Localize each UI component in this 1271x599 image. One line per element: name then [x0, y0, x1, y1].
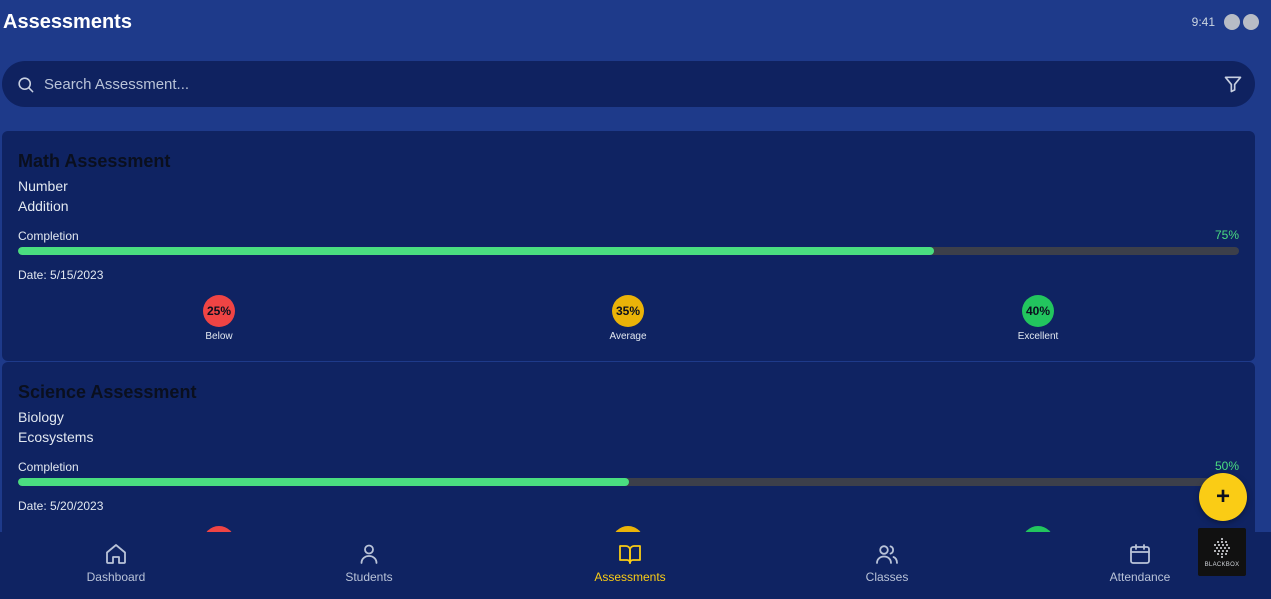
search-input[interactable]: [44, 71, 1194, 97]
search-icon: [16, 75, 35, 99]
assessment-title: Math Assessment: [18, 151, 171, 171]
completion-label: Completion: [18, 460, 79, 474]
book-icon: [619, 545, 641, 564]
assessment-card[interactable]: Math Assessment Number Addition Completi…: [2, 131, 1255, 361]
completion-progress-fill: [18, 478, 629, 486]
stat-average: 35% Average: [588, 295, 668, 342]
nav-item-dashboard[interactable]: Dashboard: [46, 542, 186, 584]
logo-text: BLACKBOX: [1204, 562, 1240, 568]
completion-percent: 50%: [1214, 459, 1239, 473]
status-bar: 9:41: [1192, 14, 1259, 30]
app-header: Assessments 9:41: [0, 0, 1271, 50]
users-icon: [876, 545, 898, 564]
nav-label: Attendance: [1109, 570, 1171, 584]
assessment-subject: Number: [18, 178, 68, 194]
assessment-subject: Biology: [18, 409, 64, 425]
add-assessment-button[interactable]: +: [1199, 473, 1247, 521]
nav-label: Students: [345, 570, 393, 584]
stat-below-label: Below: [205, 331, 233, 342]
assessment-date: Date: 5/15/2023: [18, 268, 104, 282]
status-time: 9:41: [1191, 15, 1215, 29]
completion-progress-bar: [18, 247, 1239, 255]
completion-progress-bar: [18, 478, 1239, 486]
nav-item-students[interactable]: Students: [299, 542, 439, 584]
logo-badge: BLACKBOX: [1198, 528, 1246, 576]
stat-average-badge: 35%: [612, 295, 644, 327]
assessment-topic: Addition: [18, 198, 69, 214]
stat-excellent-label: Excellent: [1017, 331, 1059, 342]
assessment-topic: Ecosystems: [18, 429, 94, 445]
nav-label: Dashboard: [86, 570, 146, 584]
completion-percent: 75%: [1214, 228, 1239, 242]
assessment-title: Science Assessment: [18, 382, 197, 402]
completion-progress-fill: [18, 247, 934, 255]
stat-excellent-badge: 40%: [1022, 295, 1054, 327]
status-indicator-icon: [1243, 14, 1259, 30]
home-icon: [106, 544, 126, 564]
stat-excellent: 40% Excellent: [998, 295, 1078, 342]
nav-item-attendance[interactable]: Attendance: [1070, 542, 1210, 584]
stat-average-label: Average: [609, 331, 647, 342]
stat-below-badge: 25%: [203, 295, 235, 327]
nav-item-assessments[interactable]: Assessments: [560, 542, 700, 584]
search-bar: [2, 61, 1255, 107]
nav-label: Assessments: [594, 570, 666, 584]
page-title: Assessments: [3, 11, 132, 33]
bottom-nav: Dashboard Students Assessments Classes A…: [0, 532, 1271, 599]
filter-icon[interactable]: [1223, 74, 1243, 99]
logo-icon: [1214, 538, 1230, 558]
user-icon: [360, 544, 378, 564]
nav-item-classes[interactable]: Classes: [817, 542, 957, 584]
completion-label: Completion: [18, 229, 79, 243]
calendar-icon: [1130, 544, 1150, 564]
nav-label: Classes: [865, 570, 909, 584]
assessment-date: Date: 5/20/2023: [18, 499, 104, 513]
stat-below: 25% Below: [179, 295, 259, 342]
status-indicator-icon: [1224, 14, 1240, 30]
